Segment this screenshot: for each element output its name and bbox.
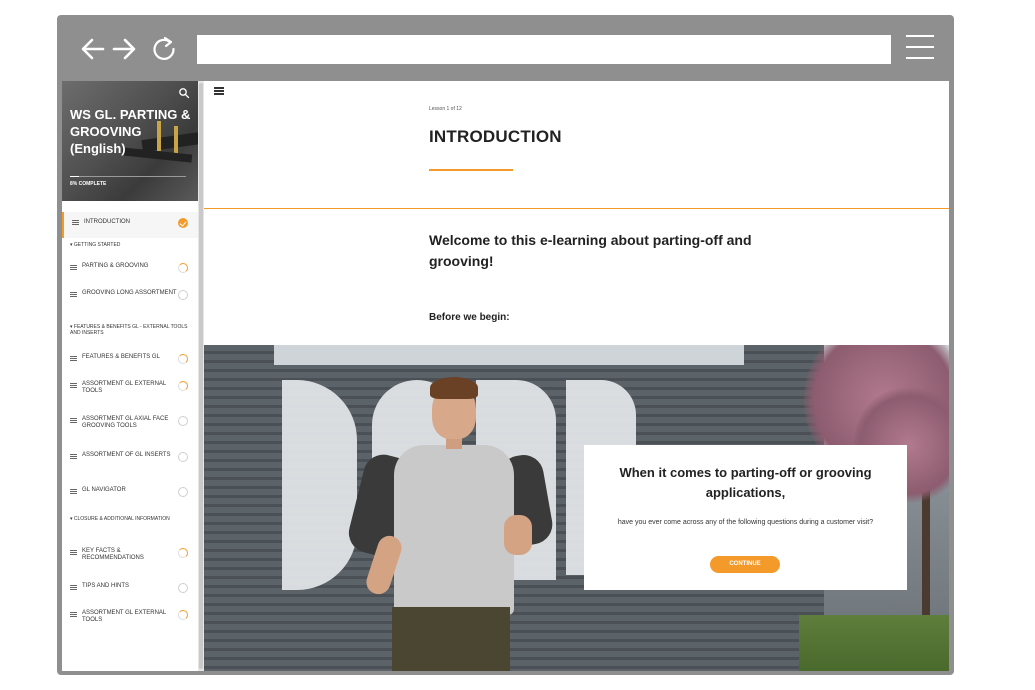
arrow-right-icon [112, 38, 136, 60]
title-underline [429, 169, 513, 171]
lesson-item[interactable]: TIPS AND HINTS [62, 577, 198, 603]
lesson-label: INTRODUCTION [84, 219, 130, 225]
forward-button[interactable] [110, 35, 138, 63]
course-header: WS GL. PARTING & GROOVING (English) 8% C… [62, 81, 198, 201]
url-bar[interactable] [197, 35, 891, 64]
sidebar-scrollbar-thumb[interactable] [199, 83, 203, 669]
dialog-title: When it comes to parting-off or grooving… [619, 465, 872, 500]
search-button[interactable] [178, 86, 190, 99]
lesson-icon [70, 383, 77, 388]
lesson-label: ASSORTMENT GL AXIAL FACE GROOVING TOOLS [82, 416, 169, 429]
lesson-item[interactable]: ASSORTMENT OF GL INSERTS [62, 446, 198, 476]
lesson-item[interactable]: GL NAVIGATOR [62, 481, 198, 507]
lesson-icon [70, 454, 77, 459]
dialog-text: have you ever come across any of the fol… [617, 519, 874, 526]
lesson-label: KEY FACTS & RECOMMENDATIONS [82, 548, 144, 561]
lesson-title: INTRODUCTION [429, 127, 562, 146]
in-progress-icon [178, 610, 188, 620]
lesson-label: TIPS AND HINTS [82, 583, 130, 589]
not-started-icon [178, 290, 188, 300]
section-header[interactable]: FEATURES & BENEFITS GL - EXTERNAL TOOLS … [70, 324, 188, 336]
course-sidebar: WS GL. PARTING & GROOVING (English) 8% C… [62, 81, 198, 671]
lesson-count: Lesson 1 of 12 [429, 106, 462, 112]
in-progress-icon [178, 548, 188, 558]
course-progress-label: 8% COMPLETE [70, 181, 107, 187]
lesson-item[interactable]: FEATURES & BENEFITS GL [62, 348, 198, 374]
hero-scene: When it comes to parting-off or grooving… [204, 345, 949, 671]
lesson-label: GL NAVIGATOR [82, 487, 126, 493]
lesson-icon [72, 220, 79, 225]
search-icon [179, 88, 190, 99]
continue-button[interactable]: CONTINUE [710, 556, 780, 573]
hero-building-roof [274, 345, 744, 365]
lesson-label: ASSORTMENT OF GL INSERTS [82, 452, 171, 458]
section-header[interactable]: GETTING STARTED [70, 242, 188, 248]
section-header[interactable]: CLOSURE & ADDITIONAL INFORMATION [70, 516, 188, 522]
lesson-label: ASSORTMENT GL EXTERNAL TOOLS [82, 381, 167, 394]
arrow-left-icon [81, 38, 105, 60]
lesson-icon [70, 550, 77, 555]
lesson-item[interactable]: GROOVING LONG ASSORTMENT [62, 284, 198, 314]
lesson-icon [70, 292, 77, 297]
browser-menu-button[interactable] [906, 35, 934, 61]
welcome-text: Welcome to this e-learning about parting… [429, 232, 752, 269]
building-sign-letter [282, 380, 357, 590]
lesson-content: Lesson 1 of 12 INTRODUCTION Welcome to t… [204, 81, 949, 671]
not-started-icon [178, 487, 188, 497]
lesson-icon [70, 489, 77, 494]
lesson-item[interactable]: ASSORTMENT GL AXIAL FACE GROOVING TOOLS [62, 410, 198, 440]
lesson-label: PARTING & GROOVING [82, 263, 149, 269]
not-started-icon [178, 452, 188, 462]
in-progress-icon [178, 381, 188, 391]
reload-button[interactable] [150, 35, 178, 63]
in-progress-icon [178, 263, 188, 273]
not-started-icon [178, 416, 188, 426]
browser-window: WS GL. PARTING & GROOVING (English) 8% C… [57, 15, 954, 675]
presenter-hand [504, 515, 532, 555]
course-progress-fill [70, 176, 80, 177]
page-viewport: WS GL. PARTING & GROOVING (English) 8% C… [62, 81, 949, 671]
dialog-card: When it comes to parting-off or grooving… [584, 445, 907, 590]
back-button[interactable] [79, 35, 107, 63]
lesson-label: GROOVING LONG ASSORTMENT [82, 290, 177, 296]
reload-icon [153, 36, 175, 60]
presenter-body [394, 445, 514, 615]
before-we-begin-text: Before we begin: [429, 312, 510, 323]
lesson-icon [70, 585, 77, 590]
in-progress-icon [178, 354, 188, 364]
lesson-item[interactable]: ASSORTMENT GL EXTERNAL TOOLS [62, 604, 198, 634]
course-title: WS GL. PARTING & GROOVING (English) [70, 107, 191, 156]
lesson-icon [70, 612, 77, 617]
course-progress-bar [70, 176, 186, 177]
lesson-item[interactable]: ASSORTMENT GL EXTERNAL TOOLS [62, 375, 198, 405]
presenter-hair [430, 377, 478, 399]
lesson-icon [70, 356, 77, 361]
not-started-icon [178, 583, 188, 593]
lesson-icon [70, 418, 77, 423]
lesson-label: FEATURES & BENEFITS GL [82, 354, 160, 360]
header-divider [204, 208, 949, 209]
lesson-item[interactable]: KEY FACTS & RECOMMENDATIONS [62, 542, 198, 572]
lesson-item[interactable]: PARTING & GROOVING [62, 257, 198, 283]
lesson-label: ASSORTMENT GL EXTERNAL TOOLS [82, 610, 167, 623]
presenter-pants [392, 607, 510, 671]
browser-toolbar [57, 15, 954, 81]
toggle-sidebar-button[interactable] [214, 87, 224, 95]
lesson-icon [70, 265, 77, 270]
hero-grass [799, 615, 949, 671]
completed-check-icon [178, 218, 188, 228]
lesson-item[interactable]: INTRODUCTION [62, 212, 198, 238]
